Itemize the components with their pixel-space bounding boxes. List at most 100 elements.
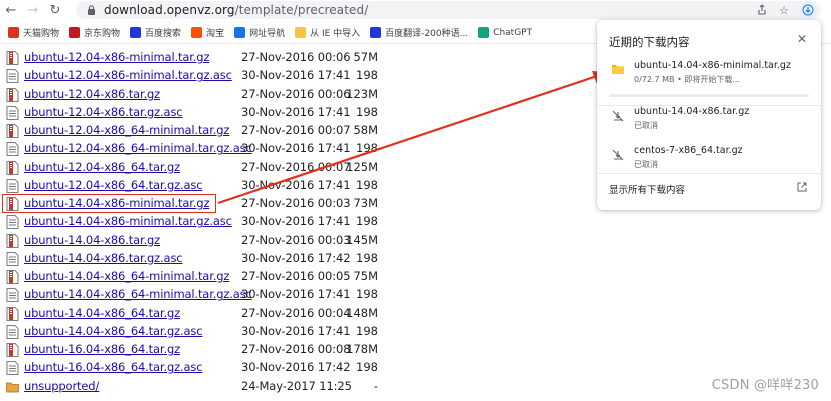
bookmark-label: 淘宝 <box>206 29 225 39</box>
archive-file-icon <box>6 50 19 66</box>
forward-button[interactable]: → <box>22 0 44 20</box>
cancelled-icon <box>612 149 624 161</box>
bookmark-label: 百度翻译-200种语... <box>385 29 469 39</box>
file-row: ubuntu-12.04-x86_64.tar.gz 27-Nov-2016 00… <box>6 158 606 176</box>
text-file-icon <box>6 68 19 84</box>
file-row: ubuntu-12.04-x86-minimal.tar.gz 27-Nov-20… <box>6 48 606 66</box>
bookmark-label: 京东购物 <box>84 29 121 39</box>
text-file-icon <box>6 105 19 120</box>
download-filename: ubuntu-14.04-x86.tar.gz <box>634 106 750 117</box>
divider <box>597 173 821 174</box>
file-listing: ubuntu-12.04-x86-minimal.tar.gz 27-Nov-20… <box>6 48 606 395</box>
file-link[interactable]: ubuntu-14.04-x86.tar.gz <box>24 233 239 247</box>
folder-icon <box>6 379 19 393</box>
archive-file-icon <box>6 306 19 321</box>
bookmark-favicon-icon <box>130 27 142 38</box>
file-row: ubuntu-14.04-x86.tar.gz.asc 30-Nov-2016 1… <box>6 249 606 267</box>
bookmark-item[interactable]: 天猫购物 <box>8 26 59 39</box>
show-all-downloads-link[interactable]: 显示所有下载内容 <box>609 182 685 196</box>
file-size: - <box>373 378 378 393</box>
close-icon[interactable]: ✕ <box>797 32 807 46</box>
file-link[interactable]: ubuntu-14.04-x86_64.tar.gz <box>24 306 239 320</box>
file-size: 198 <box>356 214 378 229</box>
lock-icon[interactable] <box>84 3 98 17</box>
file-link[interactable]: ubuntu-14.04-x86-minimal.tar.gz.asc <box>24 214 239 228</box>
file-link[interactable]: ubuntu-12.04-x86_64-minimal.tar.gz.asc <box>24 141 252 155</box>
highlight-annotation-box <box>2 194 216 213</box>
file-link[interactable]: ubuntu-12.04-x86.tar.gz <box>24 87 239 101</box>
bookmark-star-icon[interactable]: ☆ <box>777 3 791 17</box>
file-row: unsupported/24-May-2017 11:25- <box>6 377 606 395</box>
bookmark-favicon-icon <box>8 27 19 38</box>
bookmark-label: 网址导航 <box>249 29 286 39</box>
file-link[interactable]: ubuntu-12.04-x86_64.tar.gz.asc <box>24 178 239 192</box>
text-file-icon <box>6 324 19 339</box>
bookmark-item[interactable]: ChatGPT <box>478 27 532 38</box>
file-size: 198 <box>356 104 378 119</box>
file-size: 198 <box>356 287 378 302</box>
downloads-button[interactable] <box>799 1 817 19</box>
file-row: ubuntu-12.04-x86-minimal.tar.gz.asc 30-No… <box>6 66 606 84</box>
file-size: 75M <box>353 269 378 284</box>
file-size: 198 <box>356 323 378 338</box>
download-progress-bar <box>609 94 809 97</box>
file-link[interactable]: ubuntu-16.04-x86_64.tar.gz <box>24 342 239 356</box>
bookmark-label: ChatGPT <box>493 27 533 38</box>
download-status: 0/72.7 MB • 即将开始下载... <box>634 75 740 84</box>
file-row: ubuntu-14.04-x86.tar.gz 27-Nov-2016 00:03… <box>6 231 606 249</box>
bookmark-item[interactable]: 从 IE 中导入 <box>295 26 360 39</box>
download-item-cancelled[interactable]: ubuntu-14.04-x86.tar.gz 已取消 <box>597 106 821 146</box>
bookmark-favicon-icon <box>191 27 203 38</box>
text-file-icon <box>6 251 19 266</box>
back-button[interactable]: ← <box>0 0 22 20</box>
file-row: ubuntu-14.04-x86_64-minimal.tar.gz 27-Nov… <box>6 267 606 285</box>
open-external-icon[interactable] <box>797 182 807 195</box>
file-size: 178M <box>346 342 378 357</box>
archive-file-icon <box>6 87 19 102</box>
file-size: 58M <box>353 123 378 138</box>
file-link[interactable]: ubuntu-12.04-x86_64.tar.gz <box>24 160 239 174</box>
file-size: 57M <box>353 50 378 65</box>
downloads-title: 近期的下载内容 <box>609 35 690 49</box>
file-size: 198 <box>356 177 378 192</box>
bookmark-item[interactable]: 百度翻译-200种语... <box>370 26 468 39</box>
bookmark-favicon-icon <box>370 27 382 38</box>
watermark: CSDN @咩咩230 <box>711 378 819 393</box>
file-link[interactable]: ubuntu-14.04-x86_64.tar.gz.asc <box>24 324 239 338</box>
reload-button[interactable]: ↻ <box>44 0 66 20</box>
text-file-icon <box>6 214 19 230</box>
file-link[interactable]: ubuntu-14.04-x86_64-minimal.tar.gz <box>24 269 239 283</box>
browser-toolbar: ← → ↻ download.openvz.org/template/precr… <box>0 0 831 20</box>
file-row: ubuntu-12.04-x86.tar.gz 27-Nov-2016 00:06… <box>6 85 606 103</box>
file-row: ubuntu-14.04-x86_64-minimal.tar.gz.asc 30… <box>6 285 606 303</box>
share-icon[interactable] <box>755 3 769 17</box>
file-link[interactable]: ubuntu-12.04-x86-minimal.tar.gz.asc <box>24 68 239 82</box>
download-item-cancelled[interactable]: centos-7-x86_64.tar.gz 已取消 <box>597 145 821 185</box>
file-link[interactable]: ubuntu-12.04-x86-minimal.tar.gz <box>24 50 239 64</box>
file-row: ubuntu-16.04-x86_64.tar.gz 27-Nov-2016 00… <box>6 340 606 358</box>
file-size: 198 <box>356 141 378 156</box>
bookmark-item[interactable]: 百度搜索 <box>130 26 181 39</box>
file-link[interactable]: ubuntu-12.04-x86.tar.gz.asc <box>24 105 239 119</box>
text-file-icon <box>6 141 19 157</box>
file-link[interactable]: unsupported/ <box>24 379 239 393</box>
bookmark-item[interactable]: 网址导航 <box>234 26 285 39</box>
file-size: 148M <box>346 305 378 320</box>
file-link[interactable]: ubuntu-14.04-x86.tar.gz.asc <box>24 251 239 265</box>
file-link[interactable]: ubuntu-12.04-x86_64-minimal.tar.gz <box>24 123 239 137</box>
file-size: 145M <box>346 232 378 247</box>
download-status: 已取消 <box>634 160 658 169</box>
bookmark-favicon-icon <box>295 27 307 38</box>
file-link[interactable]: ubuntu-16.04-x86_64.tar.gz.asc <box>24 360 239 374</box>
file-link[interactable]: ubuntu-14.04-x86_64-minimal.tar.gz.asc <box>24 287 252 301</box>
file-size: 73M <box>353 196 378 211</box>
file-size: 198 <box>356 68 378 83</box>
bookmark-item[interactable]: 京东购物 <box>69 26 120 39</box>
archive-file-icon <box>6 342 19 358</box>
address-bar[interactable]: download.openvz.org/template/precreated/… <box>76 1 821 19</box>
file-row: ubuntu-12.04-x86_64-minimal.tar.gz.asc 30… <box>6 139 606 157</box>
bookmark-favicon-icon <box>69 27 81 38</box>
file-size: 125M <box>346 159 378 174</box>
bookmark-item[interactable]: 淘宝 <box>191 26 224 39</box>
download-item-active[interactable]: ubuntu-14.04-x86-minimal.tar.gz 0/72.7 M… <box>597 60 821 100</box>
